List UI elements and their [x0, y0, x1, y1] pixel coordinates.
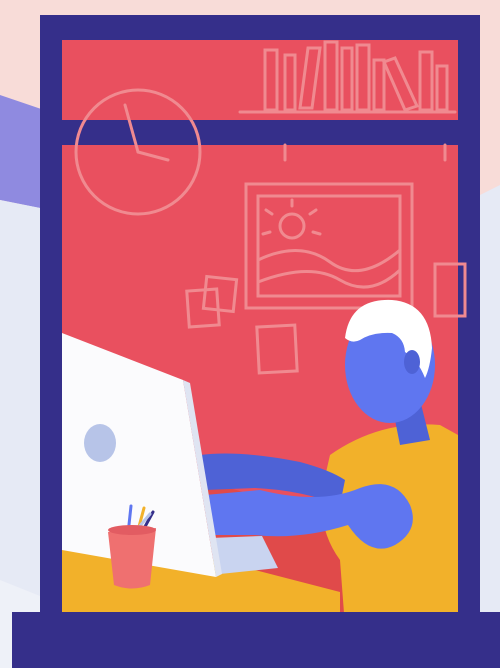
- window-sill: [12, 612, 500, 668]
- illustration-scene: [0, 0, 500, 668]
- ear: [404, 350, 420, 374]
- window-top-pane: [62, 40, 458, 120]
- window-illustration: [0, 0, 500, 668]
- monitor-logo: [84, 424, 116, 462]
- cup: [108, 528, 156, 589]
